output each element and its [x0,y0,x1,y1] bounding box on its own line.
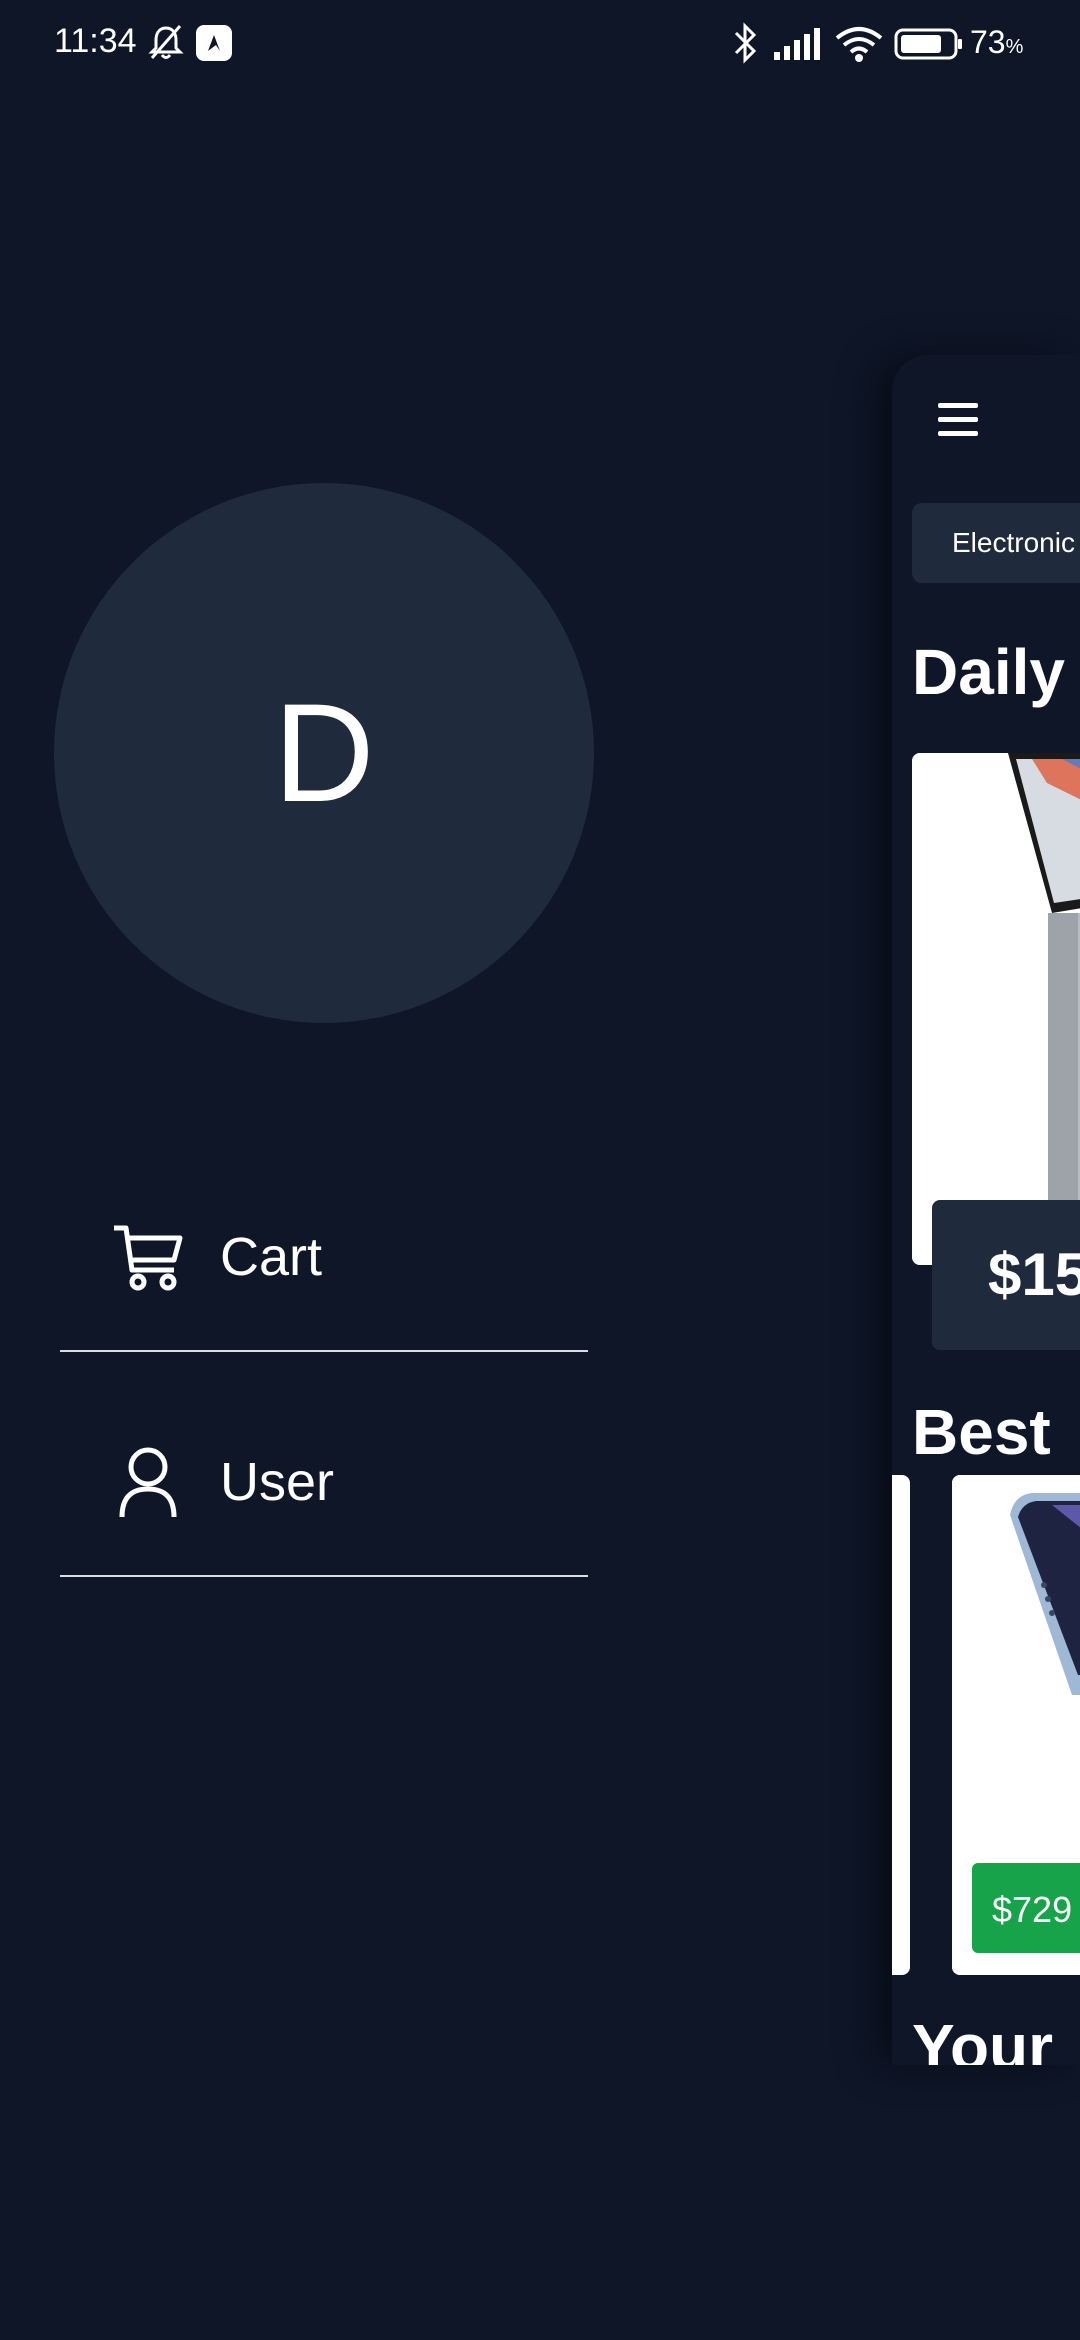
category-chip[interactable]: Electronic [912,503,1080,583]
app-notification-icon [196,25,232,61]
cart-icon [114,1225,183,1291]
best-price: $729 [992,1889,1073,1930]
daily-price: $15 [988,1241,1080,1308]
daily-deal-card[interactable] [912,753,1080,1265]
category-chip-label: Electronic [952,527,1075,558]
your-section-title: Your [912,2011,1054,2065]
daily-price-box: $15 [932,1200,1080,1350]
laptop-product-image [912,753,1080,1265]
drawer-item-user[interactable]: User [60,1415,588,1535]
best-price-badge: $729 [972,1863,1080,1953]
best-seller-card[interactable]: $729 [952,1475,1080,1975]
avatar[interactable]: D [54,483,594,1023]
drawer-item-label: Cart [220,1227,323,1287]
signal-icon [774,28,820,60]
best-section-title: Best [912,1396,1051,1468]
battery-icon [894,28,962,60]
drawer-item-label: User [220,1452,335,1512]
drawer-item-cart[interactable]: Cart [60,1190,588,1310]
product-card-partial[interactable] [892,1475,910,1975]
battery-percent: 73% [970,24,1024,60]
hamburger-menu-icon[interactable] [938,403,978,437]
main-content-panel[interactable]: Electronic Daily $15 Best $729 Your [892,355,1080,2065]
user-icon [119,1447,177,1517]
bell-off-icon [148,25,184,59]
status-time: 11:34 [54,22,137,60]
status-bar: 11:34 73% [0,0,1080,90]
wifi-icon [835,27,883,62]
divider [60,1350,588,1352]
bluetooth-icon [734,22,757,64]
avatar-initial: D [273,674,375,831]
divider [60,1575,588,1577]
daily-section-title: Daily [912,636,1065,708]
